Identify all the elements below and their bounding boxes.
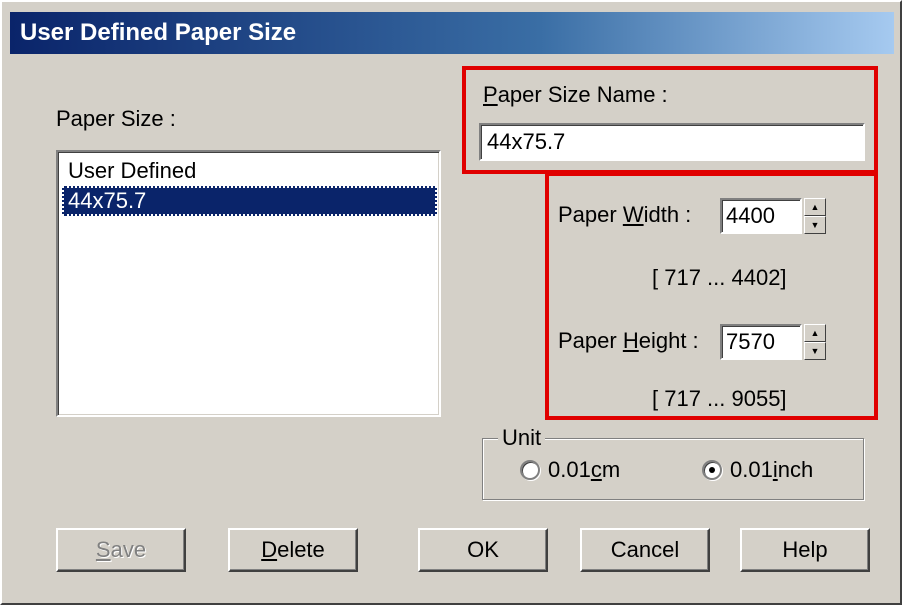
save-button[interactable]: Save [56,528,186,572]
arrow-up-icon: ▲ [810,327,820,338]
unit-inch-label[interactable]: 0.01inch [730,457,813,483]
unit-cm-radio[interactable] [520,460,540,480]
paper-size-name-input[interactable]: 44x75.7 [479,123,865,161]
paper-size-listbox[interactable]: User Defined 44x75.7 [56,150,441,417]
paper-width-down-button[interactable]: ▼ [804,216,826,234]
ok-button[interactable]: OK [418,528,548,572]
help-button[interactable]: Help [740,528,870,572]
paper-height-spinner: ▲ ▼ [804,324,826,360]
user-defined-paper-size-dialog: User Defined Paper Size Paper Size : Use… [0,0,902,605]
paper-width-range: [ 717 ... 4402] [652,265,787,290]
arrow-down-icon: ▼ [810,219,820,230]
paper-height-up-button[interactable]: ▲ [804,324,826,342]
delete-button[interactable]: Delete [228,528,358,572]
paper-height-down-button[interactable]: ▼ [804,342,826,360]
list-item-selected[interactable]: 44x75.7 [62,186,437,216]
paper-height-input[interactable]: 7570 [720,324,802,360]
paper-size-name-label: Paper Size Name : [483,82,668,107]
paper-width-label: Paper Width : [558,202,692,227]
unit-cm-label[interactable]: 0.01cm [548,457,620,483]
unit-legend: Unit [498,427,546,449]
cancel-button[interactable]: Cancel [580,528,710,572]
arrow-up-icon: ▲ [810,201,820,212]
list-item[interactable]: User Defined [62,156,437,186]
paper-width-input[interactable]: 4400 [720,198,802,234]
paper-height-label: Paper Height : [558,328,699,353]
paper-height-range: [ 717 ... 9055] [652,386,787,411]
paper-width-up-button[interactable]: ▲ [804,198,826,216]
window-title: User Defined Paper Size [20,19,297,46]
unit-inch-radio[interactable] [702,460,722,480]
title-bar[interactable]: User Defined Paper Size [10,12,894,54]
paper-size-label: Paper Size : [56,106,176,131]
paper-width-spinner: ▲ ▼ [804,198,826,234]
arrow-down-icon: ▼ [810,345,820,356]
